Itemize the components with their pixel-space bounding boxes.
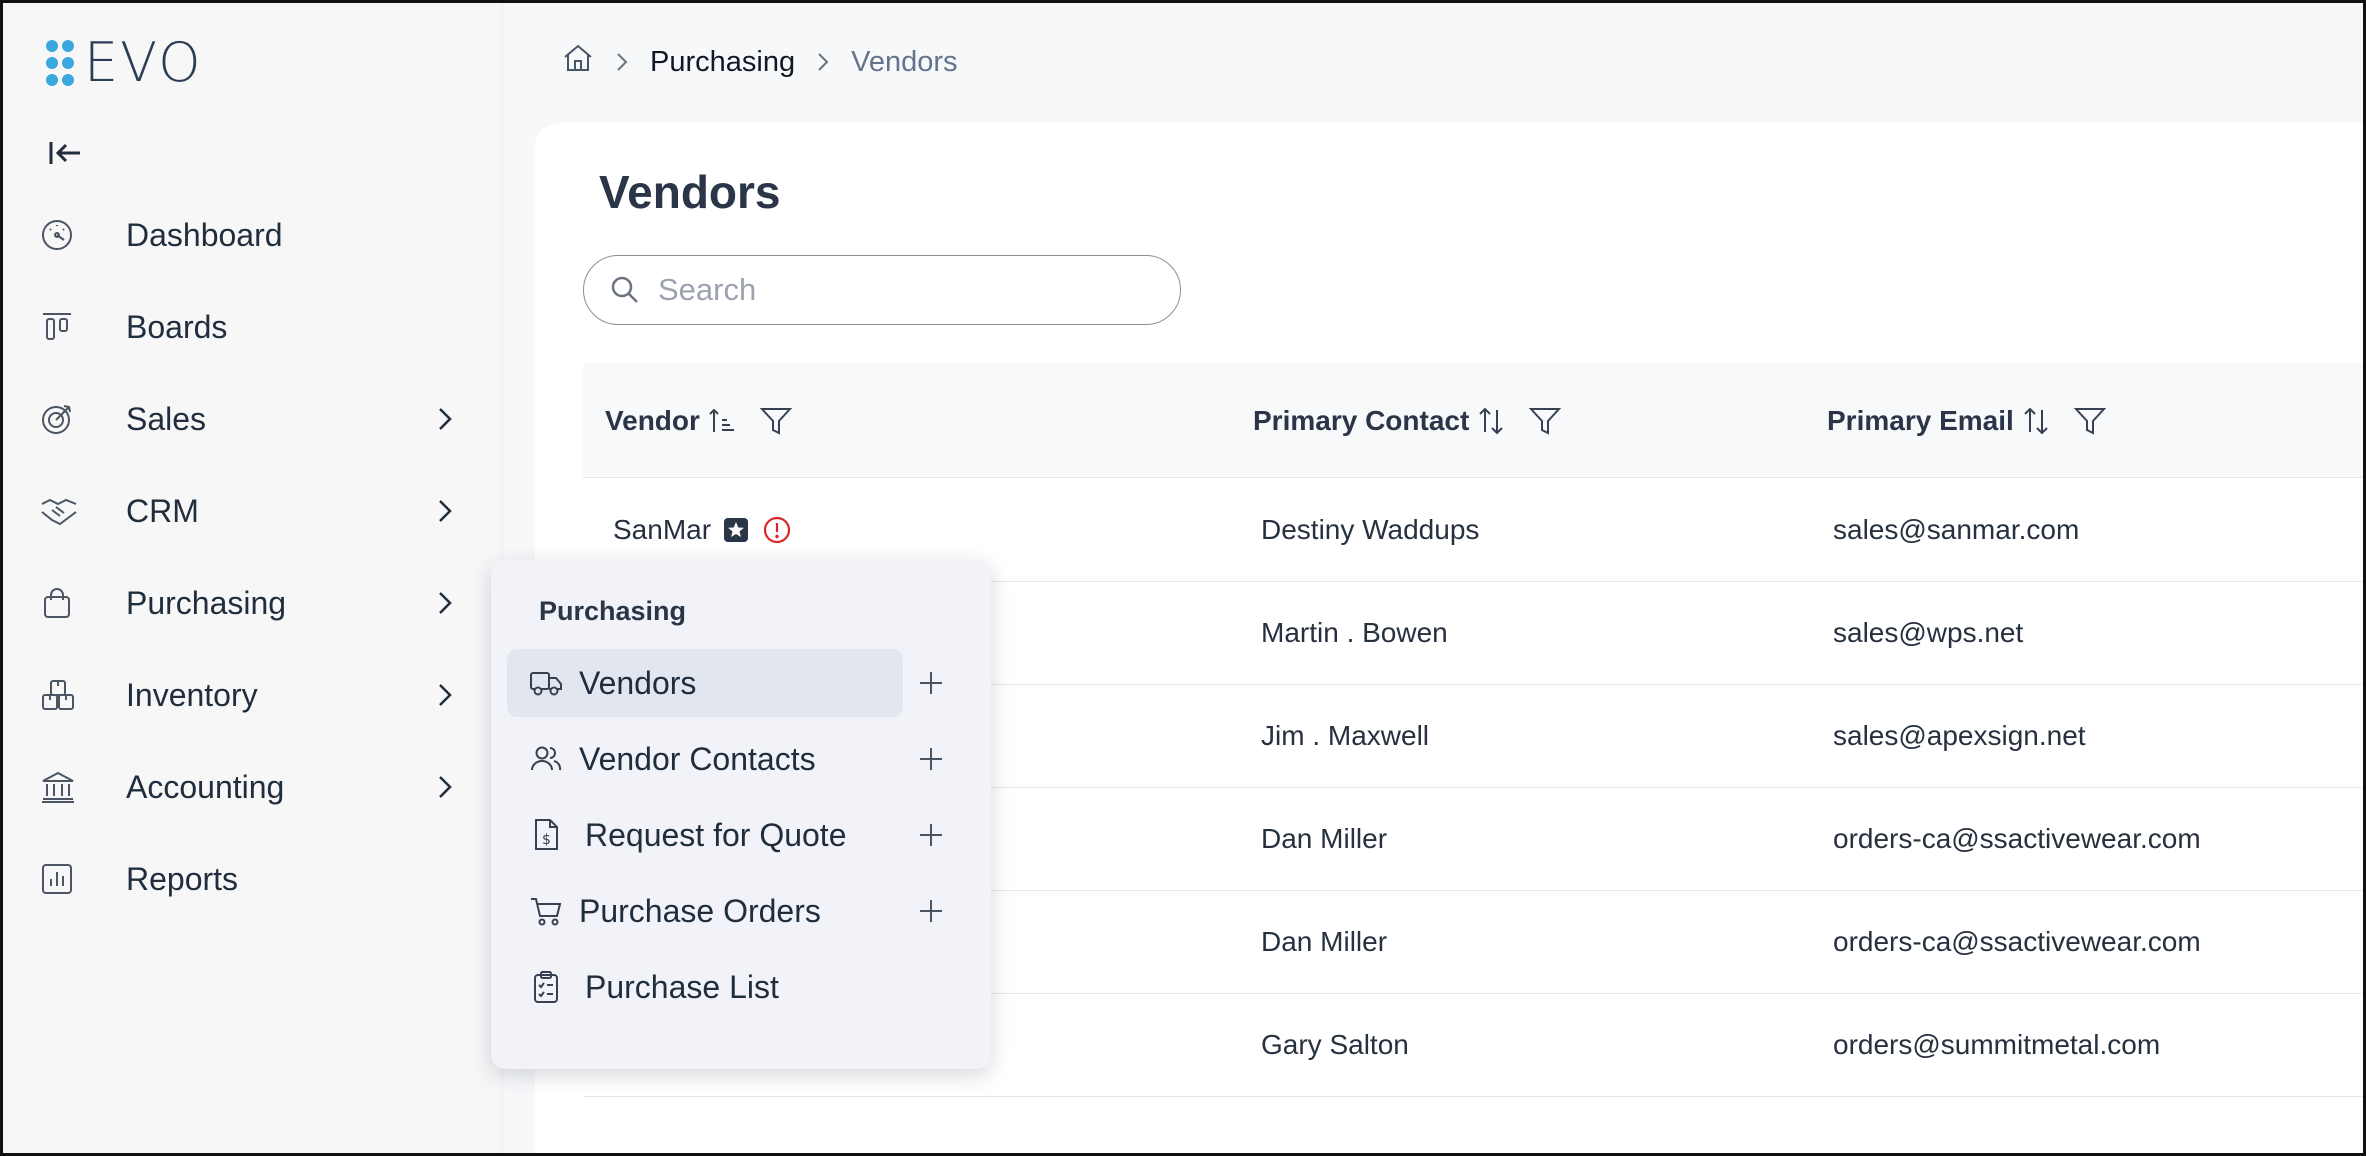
add-purchase-order-plus-icon[interactable] <box>911 891 951 931</box>
logo-mark-icon <box>46 38 80 88</box>
breadcrumb-separator-icon <box>817 52 829 72</box>
contact-cell: Dan Miller <box>1261 926 1388 957</box>
flyout-item-label: Purchase Orders <box>579 892 821 929</box>
column-label: Vendor <box>605 404 700 436</box>
column-header-primary-contact[interactable]: Primary Contact <box>1253 363 1562 478</box>
table-header: Vendor Primary Contact Primary Email <box>583 363 2366 478</box>
vendor-name: SanMar <box>613 514 712 545</box>
cart-icon <box>527 895 565 927</box>
sidebar-item-label: Reports <box>126 860 239 897</box>
handshake-icon <box>40 491 96 531</box>
truck-icon <box>527 668 565 698</box>
flyout-item-label: Request for Quote <box>585 816 847 853</box>
sort-icon[interactable] <box>1477 406 1505 436</box>
sidebar-item-label: Accounting <box>126 768 285 805</box>
bar-chart-icon <box>40 859 96 899</box>
sidebar-item-reports[interactable]: Reports <box>40 849 460 909</box>
breadcrumb: Purchasing Vendors <box>562 38 958 86</box>
alert-circle-icon[interactable] <box>763 516 791 544</box>
users-icon <box>527 744 565 774</box>
collapse-sidebar-button[interactable] <box>48 136 88 170</box>
sidebar-item-label: Inventory <box>126 676 258 713</box>
gauge-icon <box>40 215 96 255</box>
sidebar-item-dashboard[interactable]: Dashboard <box>40 205 460 265</box>
sidebar-item-label: Dashboard <box>126 216 283 253</box>
contact-cell: Gary Salton <box>1261 1029 1409 1060</box>
add-vendor-contact-plus-icon[interactable] <box>911 739 951 779</box>
chevron-right-icon <box>430 682 460 708</box>
sidebar-item-label: CRM <box>126 492 199 529</box>
sidebar-item-label: Purchasing <box>126 584 287 621</box>
collapse-left-icon <box>49 142 80 164</box>
sidebar-item-crm[interactable]: CRM <box>40 481 460 541</box>
contact-cell: Martin . Bowen <box>1261 617 1448 648</box>
column-header-vendor[interactable]: Vendor <box>605 363 792 478</box>
flyout-item-label: Vendors <box>579 664 697 701</box>
add-request-for-quote-plus-icon[interactable] <box>911 815 951 855</box>
flyout-item-purchase-list[interactable]: Purchase List <box>507 953 903 1021</box>
sort-ascending-icon[interactable] <box>708 406 736 436</box>
email-cell: orders@summitmetal.com <box>1833 1029 2161 1060</box>
purchasing-flyout-menu: Purchasing Vendors Vendor Contacts $ Req… <box>491 560 991 1069</box>
chevron-right-icon <box>430 406 460 432</box>
column-label: Primary Email <box>1827 404 2014 436</box>
flyout-item-label: Purchase List <box>585 968 779 1005</box>
sidebar-item-sales[interactable]: Sales <box>40 389 460 449</box>
sidebar-item-inventory[interactable]: Inventory <box>40 665 460 725</box>
flyout-item-label: Vendor Contacts <box>579 740 816 777</box>
sidebar-item-label: Sales <box>126 400 207 437</box>
breadcrumb-purchasing[interactable]: Purchasing <box>650 46 795 79</box>
svg-text:$: $ <box>542 832 551 848</box>
email-cell: orders-ca@ssactivewear.com <box>1833 926 2201 957</box>
add-vendor-plus-icon[interactable] <box>911 663 951 703</box>
flyout-item-purchase-orders[interactable]: Purchase Orders <box>507 877 903 945</box>
search-input[interactable] <box>658 272 1138 308</box>
flyout-item-vendor-contacts[interactable]: Vendor Contacts <box>507 725 903 793</box>
sidebar-item-accounting[interactable]: Accounting <box>40 757 460 817</box>
sidebar-item-purchasing[interactable]: Purchasing <box>40 573 460 633</box>
star-badge-icon <box>723 517 749 543</box>
flyout-title: Purchasing <box>539 596 687 626</box>
email-cell: sales@apexsign.net <box>1833 720 2086 751</box>
search-icon <box>611 276 638 303</box>
boxes-icon <box>40 675 96 715</box>
filter-icon[interactable] <box>1529 406 1562 436</box>
page-title: Vendors <box>599 166 781 218</box>
logo[interactable]: EVO <box>46 36 203 90</box>
chevron-right-icon <box>430 590 460 616</box>
invoice-dollar-icon: $ <box>527 818 565 852</box>
clipboard-list-icon <box>527 970 565 1004</box>
contact-cell: Destiny Waddups <box>1261 514 1480 545</box>
column-header-primary-email[interactable]: Primary Email <box>1827 363 2106 478</box>
chevron-right-icon <box>430 774 460 800</box>
sidebar-item-boards[interactable]: Boards <box>40 297 460 357</box>
breadcrumb-separator-icon <box>616 52 628 72</box>
contact-cell: Dan Miller <box>1261 823 1388 854</box>
home-icon[interactable] <box>562 42 594 82</box>
email-cell: orders-ca@ssactivewear.com <box>1833 823 2201 854</box>
search-box[interactable] <box>583 255 1181 325</box>
flyout-item-request-for-quote[interactable]: $ Request for Quote <box>507 801 903 869</box>
flyout-item-vendors[interactable]: Vendors <box>507 649 903 717</box>
email-cell: sales@wps.net <box>1833 617 2024 648</box>
bank-icon <box>40 767 96 807</box>
shopping-bag-icon <box>40 583 96 623</box>
sort-icon[interactable] <box>2022 406 2050 436</box>
target-icon <box>40 399 96 439</box>
filter-icon[interactable] <box>759 406 792 436</box>
sidebar: EVO Dashboard Boards Sales CRM Purchasin… <box>0 0 503 1156</box>
breadcrumb-vendors: Vendors <box>851 45 958 78</box>
email-cell: sales@sanmar.com <box>1833 514 2080 545</box>
contact-cell: Jim . Maxwell <box>1261 720 1430 751</box>
chevron-right-icon <box>430 498 460 524</box>
sidebar-item-label: Boards <box>126 308 228 345</box>
filter-icon[interactable] <box>2073 406 2106 436</box>
column-label: Primary Contact <box>1253 404 1470 436</box>
boards-icon <box>40 307 96 347</box>
logo-text: EVO <box>84 31 203 94</box>
